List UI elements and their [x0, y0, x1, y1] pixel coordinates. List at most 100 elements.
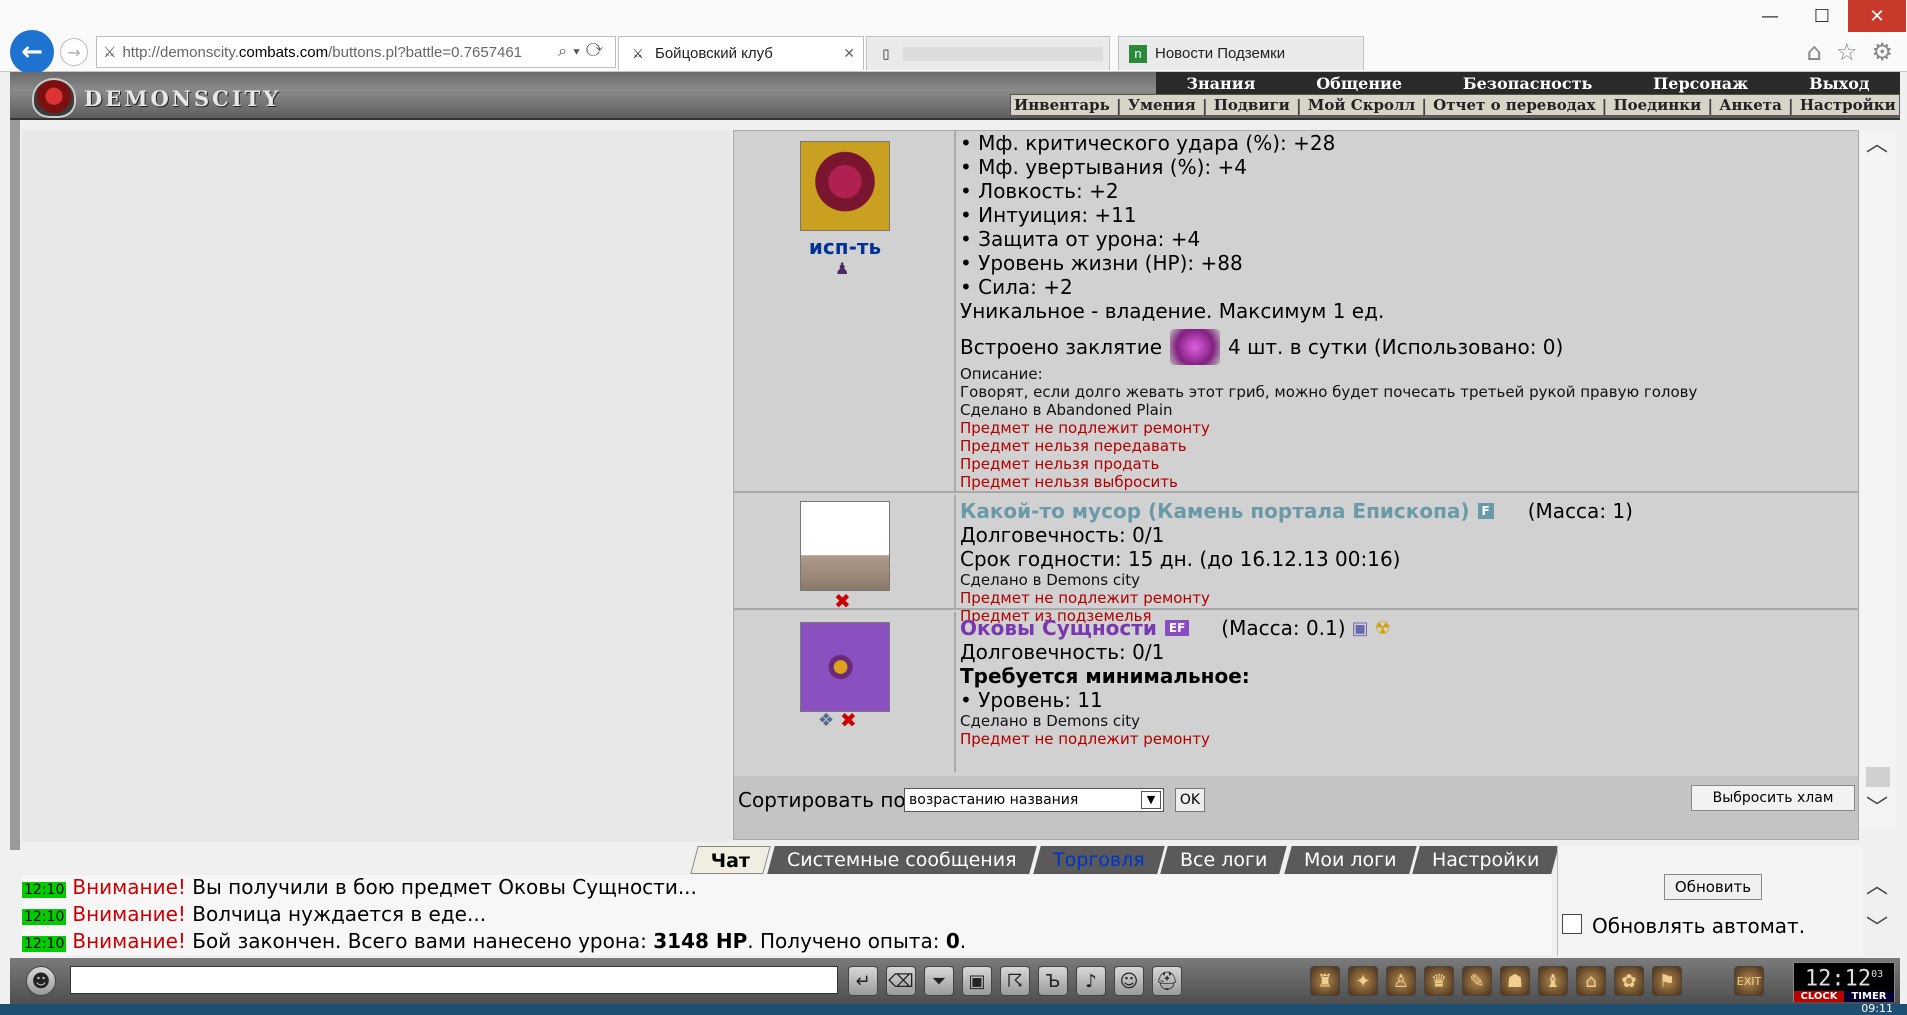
send-icon[interactable]: ↵ — [848, 966, 878, 996]
sort-selected-value: возрастанию названия — [909, 792, 1079, 808]
cog-icon[interactable]: ❖ — [818, 710, 834, 731]
message-time[interactable]: 12:10 — [22, 882, 67, 898]
search-icon[interactable]: ⌕▾⟳ — [558, 43, 609, 61]
house-icon[interactable]: ⌂ — [1576, 966, 1606, 996]
forward-button[interactable]: → — [60, 38, 88, 66]
scroll-icon[interactable]: ✎ — [1462, 966, 1492, 996]
inventory-scrollbar[interactable]: ︿ ﹀ — [1860, 130, 1896, 830]
chat-scrollbar[interactable]: ︿ ﹀ — [1866, 868, 1896, 942]
scroll-up-icon[interactable]: ︿ — [1866, 126, 1888, 158]
game-logo[interactable]: DEMONSCITY — [32, 78, 281, 118]
filter-icon[interactable]: ⏷ — [924, 966, 954, 996]
timer-label[interactable]: TIMER — [1844, 991, 1894, 1003]
submenu-skills[interactable]: Умения — [1128, 96, 1196, 114]
maximize-button[interactable]: ☐ — [1796, 0, 1848, 32]
delete-item-icon[interactable]: ✖ — [834, 589, 851, 613]
bottom-toolbar: ☻ ↵ ⌫ ⏷ ▣ ☈ Ъ ♪ ☺ ⛑ ♜ ✦ ♙ ♛ ✎ ☗ ♝ ⌂ ✿ ⚑ … — [10, 958, 1900, 1004]
menu-security[interactable]: Безопасность — [1463, 74, 1592, 93]
close-tab-icon[interactable]: ✕ — [843, 45, 855, 62]
minimize-button[interactable]: — — [1744, 0, 1796, 32]
tab-news[interactable]: n Новости Подземки — [1118, 36, 1364, 70]
message-time[interactable]: 12:10 — [22, 936, 67, 952]
browser-toolbar-icons: ⌂ ☆ ⚙ — [1807, 38, 1893, 66]
close-window-button[interactable]: ✕ — [1848, 0, 1906, 32]
submenu-scroll[interactable]: Мой Скролл — [1308, 96, 1415, 114]
spell-scroll-icon[interactable] — [1170, 329, 1221, 365]
translit-icon[interactable]: Ъ — [1038, 966, 1068, 996]
delete-item-icon[interactable]: ✖ — [840, 708, 857, 732]
save-icon[interactable]: ▣ — [962, 966, 992, 996]
tab-trade[interactable]: Торговля — [1032, 846, 1165, 874]
eraser-icon[interactable]: ⌫ — [886, 966, 916, 996]
submenu-inventory[interactable]: Инвентарь — [1014, 96, 1110, 114]
description-label: Описание: — [960, 365, 1043, 383]
star-icon[interactable]: ☆ — [1836, 38, 1858, 66]
menu-communication[interactable]: Общение — [1316, 74, 1402, 93]
smile-icon[interactable]: ☺ — [1114, 966, 1144, 996]
submenu-transfers[interactable]: Отчет о переводах — [1433, 96, 1595, 114]
fighter-icon[interactable]: ☈ — [1000, 966, 1030, 996]
url-suffix: /buttons.pl?battle=0.7657461 — [328, 43, 523, 61]
menu-exit[interactable]: Выход — [1809, 74, 1869, 93]
tab-all-logs[interactable]: Все логи — [1160, 846, 1288, 874]
back-button[interactable]: ← — [10, 30, 54, 74]
news-icon: n — [1129, 44, 1147, 63]
gear-icon[interactable]: ⚙ — [1871, 38, 1893, 66]
paw-icon[interactable]: ✿ — [1614, 966, 1644, 996]
home-icon[interactable]: ⌂ — [1807, 38, 1822, 66]
dress-icon[interactable]: ♟ — [835, 259, 849, 278]
exit-icon[interactable]: EXIT — [1734, 966, 1764, 996]
submenu-duels[interactable]: Поединки — [1613, 96, 1701, 114]
discard-junk-button[interactable]: Выбросить хлам — [1691, 785, 1855, 811]
flag-icon[interactable]: ⚑ — [1652, 966, 1682, 996]
item-mass: (Масса: 0.1) — [1221, 616, 1346, 640]
address-bar[interactable]: ⚔ http://demonscity. combats.com/buttons.… — [96, 36, 616, 68]
armor-icon[interactable]: ♝ — [1538, 966, 1568, 996]
chevron-down-icon: ▼ — [1141, 791, 1161, 809]
made-in: Сделано в Demons city — [960, 571, 1141, 589]
submenu-profile[interactable]: Анкета — [1719, 96, 1782, 114]
menu-knowledge[interactable]: Знания — [1186, 74, 1255, 93]
scroll-down-icon[interactable]: ﹀ — [1866, 790, 1888, 822]
treasure-icon[interactable]: ♛ — [1424, 966, 1454, 996]
item-title[interactable]: Какой-то мусор (Камень портала Епископа) — [960, 499, 1470, 523]
tab-system-messages[interactable]: Системные сообщения — [767, 846, 1037, 874]
item-image-cell: ❖ ✖ — [734, 612, 956, 772]
clock-display: 12:1203 — [1804, 966, 1884, 992]
submenu-feats[interactable]: Подвиги — [1214, 96, 1290, 114]
helmet-icon[interactable]: ⛑ — [1152, 966, 1182, 996]
tab-my-logs[interactable]: Мои логи — [1283, 846, 1416, 874]
sort-ok-button[interactable]: OK — [1175, 788, 1205, 812]
smiley-head-icon[interactable]: ☻ — [26, 966, 56, 996]
item-title[interactable]: Оковы Сущности — [960, 616, 1157, 640]
scroll-up-icon[interactable]: ︿ — [1866, 868, 1896, 900]
tab-chat-settings[interactable]: Настройки — [1412, 846, 1560, 874]
message-time[interactable]: 12:10 — [22, 909, 67, 925]
submenu-settings[interactable]: Настройки — [1800, 96, 1896, 114]
item-info: Какой-то мусор (Камень портала Епископа)… — [960, 499, 1633, 625]
browser-chrome: — ☐ ✕ ← → ⚔ http://demonscity. combats.co… — [0, 0, 1907, 74]
expiry: Срок годности: 15 дн. (до 16.12.13 00:16… — [960, 547, 1401, 571]
use-item-link[interactable]: исп-ть — [734, 235, 956, 259]
refresh-button[interactable]: Обновить — [1664, 874, 1762, 900]
scroll-thumb[interactable] — [1866, 767, 1890, 787]
tab-fight-club[interactable]: ⚔ Бойцовский клуб ✕ — [618, 36, 864, 70]
system-time: 09:11 — [1861, 1002, 1893, 1015]
hood-icon[interactable]: ♜ — [1310, 966, 1340, 996]
sound-icon[interactable]: ♪ — [1076, 966, 1106, 996]
torch-icon[interactable]: ✦ — [1348, 966, 1378, 996]
clock-label[interactable]: CLOCK — [1794, 991, 1844, 1003]
warning-label: Внимание! — [72, 929, 186, 953]
tab-blurred[interactable]: ▯ — [866, 36, 1110, 70]
mask-icon[interactable]: ☗ — [1500, 966, 1530, 996]
menu-character[interactable]: Персонаж — [1653, 74, 1748, 93]
scroll-down-icon[interactable]: ﹀ — [1866, 910, 1896, 942]
chat-input[interactable] — [70, 966, 838, 994]
bottle-icon[interactable]: ♙ — [1386, 966, 1416, 996]
tab-chat[interactable]: Чат — [690, 846, 771, 874]
restriction-text: Предмет не подлежит ремонту — [960, 730, 1210, 748]
sort-select[interactable]: возрастанию названия ▼ — [904, 788, 1164, 812]
requirement-level: • Уровень: 11 — [960, 688, 1103, 712]
sort-bar: Сортировать по возрастанию названия ▼ OK… — [734, 776, 1858, 839]
auto-refresh-checkbox[interactable] — [1562, 914, 1582, 934]
